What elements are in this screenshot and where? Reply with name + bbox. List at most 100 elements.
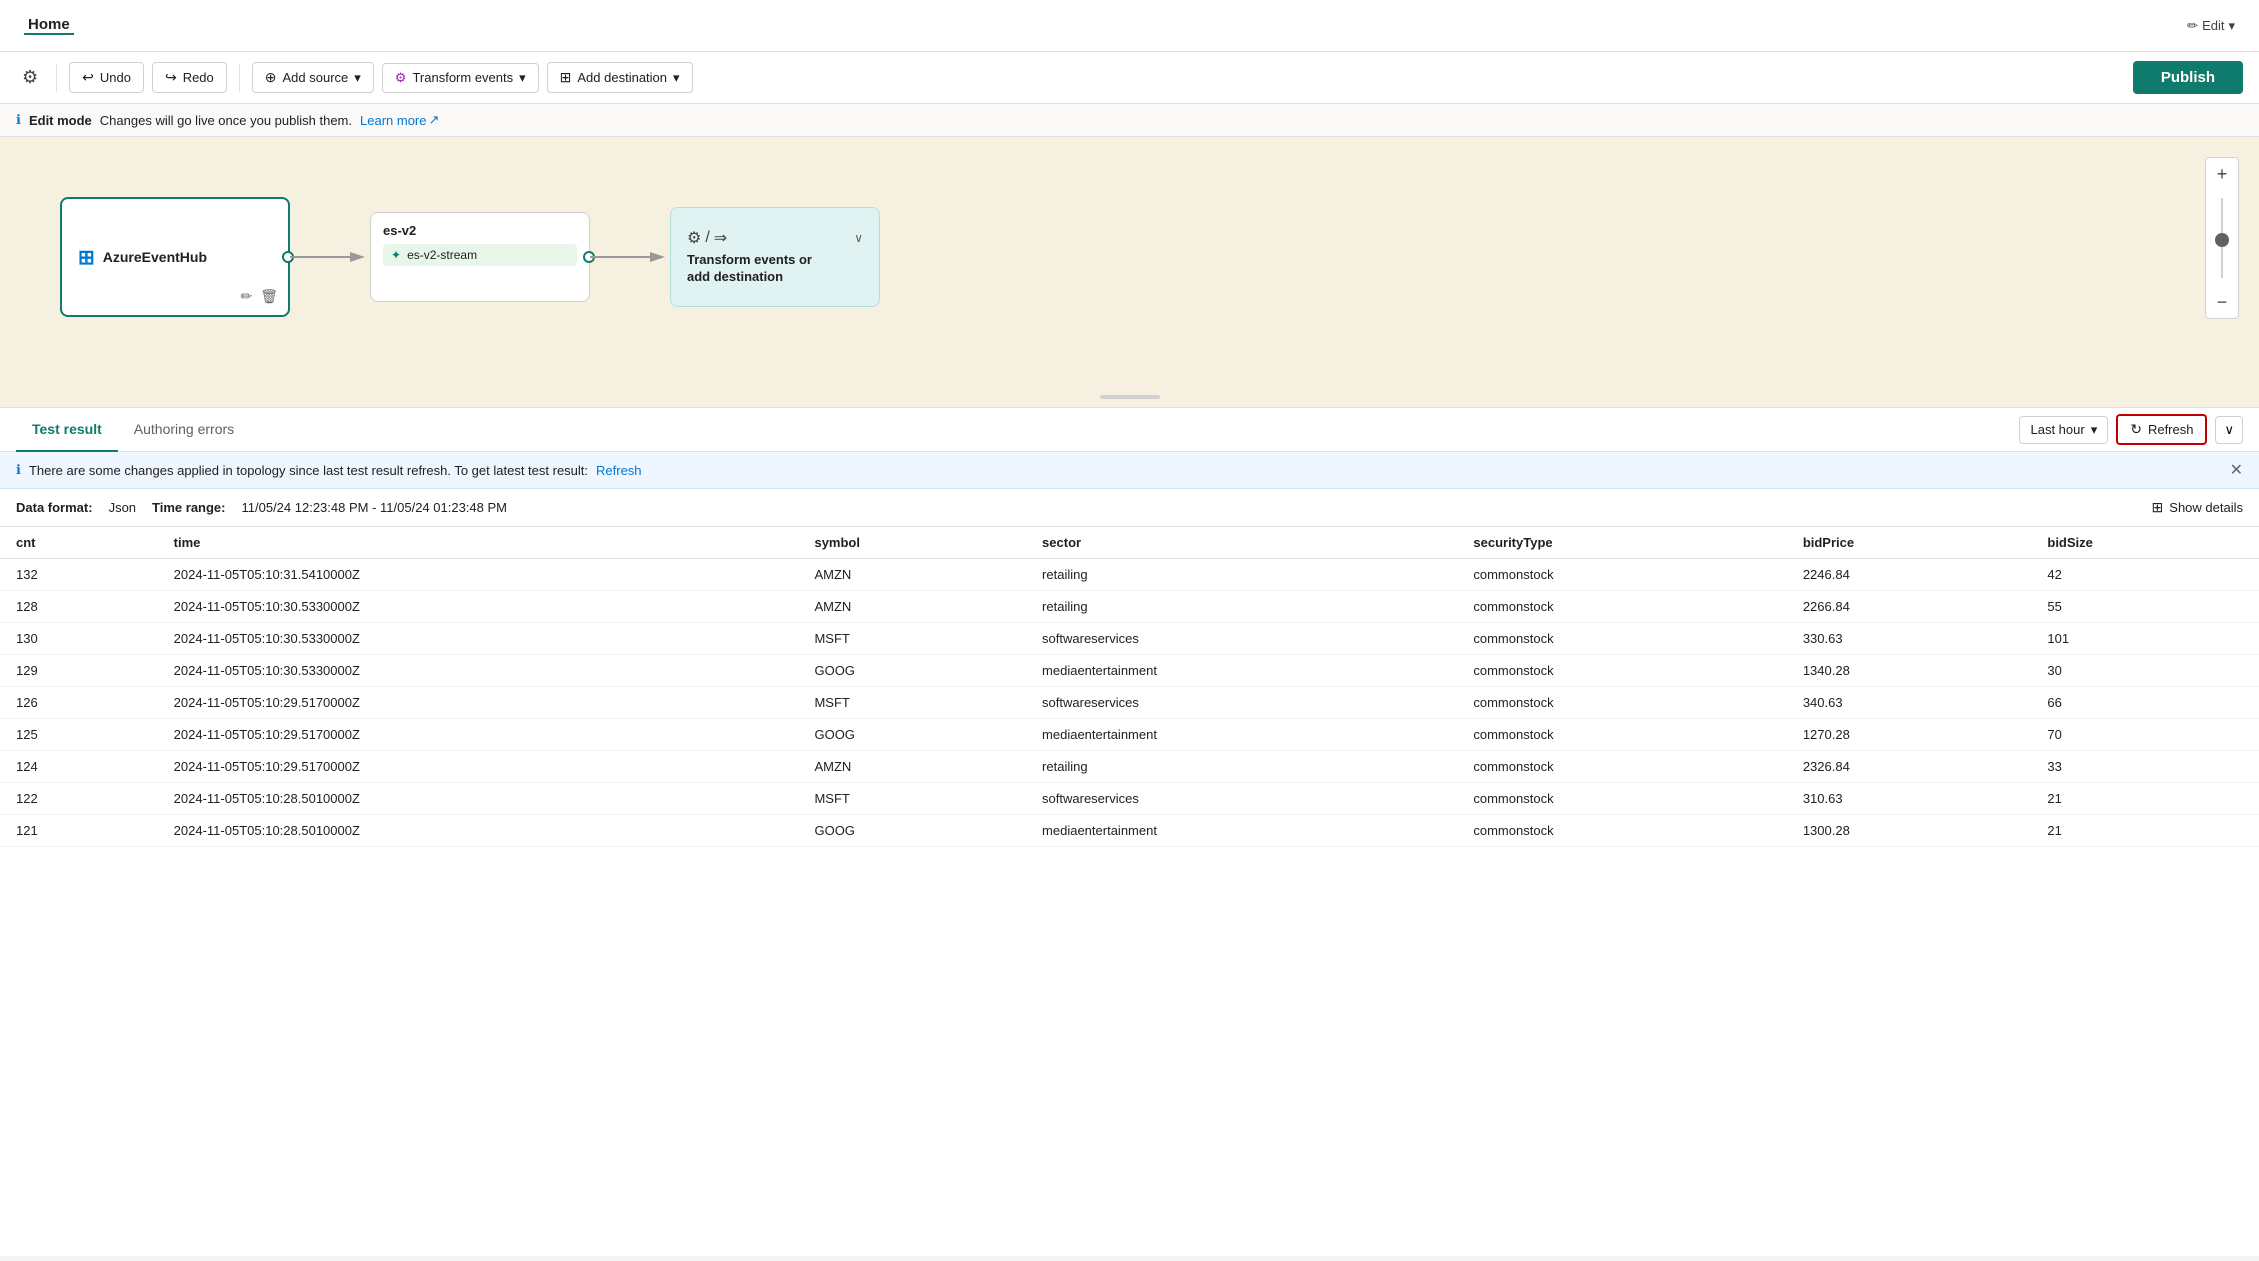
canvas: ⊞ AzureEventHub ✏ 🗑 es-v2 ✦ es-v2-stream [0,137,2259,407]
add-source-icon: ⊕ [265,69,277,86]
azure-eventhub-node[interactable]: ⊞ AzureEventHub ✏ 🗑 [60,197,290,317]
info-bar: ℹ Edit mode Changes will go live once yo… [0,104,2259,137]
cell-r7-c3: softwareservices [1026,783,1457,815]
edit-chevron-icon: ▾ [2228,18,2235,34]
edit-node-button[interactable]: ✏ [240,288,252,305]
cell-r5-c1: 2024-11-05T05:10:29.5170000Z [158,719,799,751]
cell-r3-c1: 2024-11-05T05:10:30.5330000Z [158,655,799,687]
publish-button[interactable]: Publish [2133,61,2243,94]
add-source-chevron-icon: ▾ [354,70,361,86]
bottom-panel: Test result Authoring errors Last hour ▾… [0,407,2259,1256]
settings-button[interactable]: ⚙ [16,61,44,94]
delete-node-button[interactable]: 🗑 [260,288,278,305]
time-range-select[interactable]: Last hour ▾ [2019,416,2108,444]
cell-r4-c1: 2024-11-05T05:10:29.5170000Z [158,687,799,719]
transform-events-button[interactable]: ⚙ Transform events ▾ [382,63,539,93]
azure-hub-label: AzureEventHub [103,249,207,265]
zoom-track [2221,198,2223,278]
cell-r0-c3: retailing [1026,559,1457,591]
cell-r8-c2: GOOG [798,815,1026,847]
cell-r1-c6: 55 [2031,591,2259,623]
transform-text-line1: Transform events or [687,252,812,269]
cell-r5-c6: 70 [2031,719,2259,751]
cell-r7-c0: 122 [0,783,158,815]
warning-refresh-link[interactable]: Refresh [596,463,642,478]
cell-r2-c5: 330.63 [1787,623,2032,655]
add-destination-label: Add destination [577,70,667,85]
col-sector: sector [1026,527,1457,559]
transform-text: Transform events or add destination [687,252,812,286]
more-options-button[interactable]: ∨ [2215,416,2243,444]
table-row: 1252024-11-05T05:10:29.5170000ZGOOGmedia… [0,719,2259,751]
cell-r5-c2: GOOG [798,719,1026,751]
cell-r0-c5: 2246.84 [1787,559,2032,591]
time-range-chevron-icon: ▾ [2091,422,2098,438]
undo-label: Undo [100,70,131,85]
edit-button[interactable]: ✏ Edit ▾ [2187,18,2235,34]
canvas-scrollbar [1100,395,1160,399]
zoom-in-button[interactable]: + [2206,158,2238,190]
redo-button[interactable]: ↪ Redo [152,62,227,93]
cell-r0-c1: 2024-11-05T05:10:31.5410000Z [158,559,799,591]
cell-r5-c0: 125 [0,719,158,751]
tab-test-result[interactable]: Test result [16,408,118,452]
add-dest-icon: ⊞ [560,69,572,86]
cell-r7-c2: MSFT [798,783,1026,815]
cell-r2-c0: 130 [0,623,158,655]
add-source-label: Add source [283,70,349,85]
col-symbol: symbol [798,527,1026,559]
transform-node[interactable]: ⚙ / ⇒ ∨ Transform events or add destinat… [670,207,880,307]
cell-r1-c4: commonstock [1457,591,1786,623]
home-tab[interactable]: Home [24,16,74,35]
refresh-icon: ↻ [2130,421,2142,438]
cell-r6-c1: 2024-11-05T05:10:29.5170000Z [158,751,799,783]
cell-r2-c3: softwareservices [1026,623,1457,655]
warning-close-button[interactable]: ✕ [2230,460,2243,480]
transform-icon: ⚙ [395,70,407,86]
edit-pencil-icon: ✏ [2187,18,2198,34]
cell-r1-c2: AMZN [798,591,1026,623]
cell-r3-c2: GOOG [798,655,1026,687]
undo-button[interactable]: ↩ Undo [69,62,144,93]
zoom-slider[interactable] [2221,190,2223,286]
header-row: cnt time symbol sector securityType bidP… [0,527,2259,559]
show-details-button[interactable]: ⊞ Show details [2152,499,2243,516]
cell-r3-c5: 1340.28 [1787,655,2032,687]
tab-authoring-errors-label: Authoring errors [134,421,234,437]
col-bid-size: bidSize [2031,527,2259,559]
add-source-button[interactable]: ⊕ Add source ▾ [252,62,374,93]
cell-r1-c5: 2266.84 [1787,591,2032,623]
table-row: 1302024-11-05T05:10:30.5330000ZMSFTsoftw… [0,623,2259,655]
connector-line-1 [290,247,370,267]
transform-icons: ⚙ / ⇒ [687,228,727,248]
cell-r8-c1: 2024-11-05T05:10:28.5010000Z [158,815,799,847]
table-row: 1262024-11-05T05:10:29.5170000ZMSFTsoftw… [0,687,2259,719]
cell-r2-c1: 2024-11-05T05:10:30.5330000Z [158,623,799,655]
transform-chevron-icon: ∨ [854,231,863,245]
cell-r0-c0: 132 [0,559,158,591]
transform-separator: / [705,229,709,247]
cell-r1-c1: 2024-11-05T05:10:30.5330000Z [158,591,799,623]
cell-r7-c1: 2024-11-05T05:10:28.5010000Z [158,783,799,815]
es-stream-label: ✦ es-v2-stream [383,244,577,266]
top-nav: Home ✏ Edit ▾ [0,0,2259,52]
cell-r4-c4: commonstock [1457,687,1786,719]
cell-r4-c0: 126 [0,687,158,719]
add-destination-button[interactable]: ⊞ Add destination ▾ [547,62,693,93]
es-v2-node[interactable]: es-v2 ✦ es-v2-stream [370,212,590,302]
tab-authoring-errors[interactable]: Authoring errors [118,408,250,452]
cell-r6-c5: 2326.84 [1787,751,2032,783]
undo-icon: ↩ [82,69,94,86]
learn-more-link[interactable]: Learn more ↗ [360,112,439,128]
cell-r8-c3: mediaentertainment [1026,815,1457,847]
es-v2-title: es-v2 [383,223,577,238]
info-icon: ℹ [16,112,21,128]
cell-r1-c0: 128 [0,591,158,623]
col-bid-price: bidPrice [1787,527,2032,559]
refresh-button[interactable]: ↻ Refresh [2116,414,2207,445]
info-message: Changes will go live once you publish th… [100,113,352,128]
tab-controls: Last hour ▾ ↻ Refresh ∨ [2019,414,2243,445]
cell-r8-c5: 1300.28 [1787,815,2032,847]
zoom-out-button[interactable]: − [2206,286,2238,318]
zoom-thumb [2215,233,2229,247]
